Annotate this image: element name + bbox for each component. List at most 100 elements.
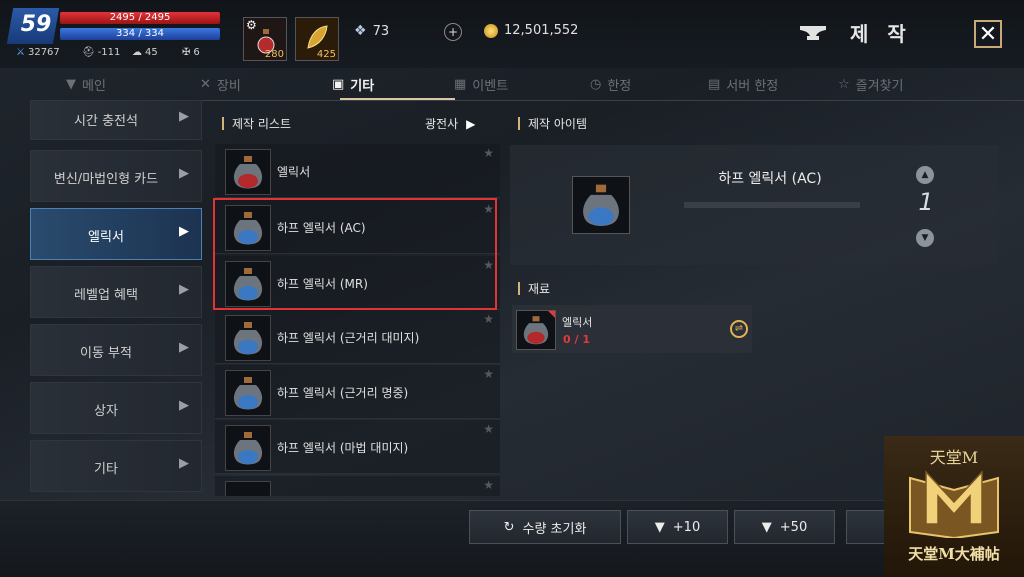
diamond-currency: ❖ 73 <box>354 23 389 39</box>
list-item[interactable]: 엘릭서 ★ <box>215 144 500 198</box>
gold-count: 12,501,552 <box>504 23 579 38</box>
category-elixir[interactable]: 엘릭서 ▶ <box>30 208 202 260</box>
accent-bar <box>518 117 520 130</box>
category-label: 레벨업 혜택 <box>74 288 138 303</box>
gold-currency: 12,501,552 <box>484 23 578 38</box>
golden-leaf-icon <box>307 25 328 49</box>
category-label: 상자 <box>94 404 118 419</box>
quick-slot-1[interactable]: ⚙ 280 <box>243 17 287 61</box>
item-name: 하프 엘릭서 (근거리 대미지) <box>277 331 420 345</box>
category-levelup[interactable]: 레벨업 혜택 ▶ <box>30 266 202 318</box>
craft-button[interactable] <box>846 510 886 544</box>
power-icon: ⚔ <box>16 47 25 58</box>
tab-main-label: 메인 <box>82 78 106 94</box>
craft-list: 엘릭서 ★ 하프 엘릭서 (AC) ★ 하프 엘릭서 (MR) ★ 하프 엘릭서… <box>215 140 500 496</box>
plus50-button[interactable]: ▼ +50 <box>734 510 835 544</box>
favorite-star-icon[interactable]: ★ <box>483 312 494 326</box>
tab-etc[interactable]: ▣ 기타 <box>332 68 374 100</box>
skull-icon: ✠ <box>182 47 191 58</box>
tab-favorites[interactable]: ☆ 즐겨찾기 <box>838 68 904 100</box>
tab-event[interactable]: ▦ 이벤트 <box>454 68 508 100</box>
category-label: 이동 부적 <box>80 346 132 361</box>
quantity-up-button[interactable]: ▲ <box>916 166 934 184</box>
tab-server-limited-label: 서버 한정 <box>726 78 779 94</box>
gold-coin-icon <box>484 23 498 38</box>
item-name: 하프 엘릭서 (근거리 명중) <box>277 386 409 400</box>
elixir-blue-icon <box>225 315 271 361</box>
tab-server-limited[interactable]: ▤ 서버 한정 <box>708 68 778 100</box>
stat-power: ⚔ 32767 <box>16 47 60 58</box>
category-transform-card[interactable]: 변신/마법인형 카드 ▶ <box>30 150 202 202</box>
craft-item-title: 제작 아이템 <box>528 117 588 131</box>
tab-main[interactable]: ▼ 메인 <box>66 68 106 100</box>
box-icon: ▣ <box>332 76 345 92</box>
tab-etc-label: 기타 <box>350 78 375 94</box>
swords-icon: ✕ <box>200 76 211 92</box>
anvil-icon: ▼ <box>654 519 665 535</box>
craft-item-header: 제작 아이템 <box>518 115 587 132</box>
slot-2-count: 425 <box>316 49 336 60</box>
elixir-blue-icon[interactable] <box>572 176 630 234</box>
close-button[interactable]: ✕ <box>974 20 1002 48</box>
list-item[interactable]: 하프 엘릭서 (근거리 대미지) ★ <box>215 310 500 364</box>
list-item[interactable]: 하프 엘릭서 (근거리 명중) ★ <box>215 365 500 419</box>
craft-list-header: 제작 리스트 <box>222 115 291 132</box>
chevron-right-icon: ▶ <box>179 456 189 471</box>
accent-bar <box>222 117 224 130</box>
category-label: 기타 <box>94 462 118 477</box>
class-filter[interactable]: 광전사 ▶ <box>425 115 475 132</box>
tab-equipment[interactable]: ✕ 장비 <box>200 68 241 100</box>
category-label: 시간 충전석 <box>74 114 138 129</box>
book-m-logo-icon <box>909 470 999 538</box>
list-item[interactable]: 하프 엘릭서 (마법 대미지) ★ <box>215 420 500 474</box>
watermark-title: 天堂M <box>929 448 979 467</box>
diamond-count: 73 <box>372 23 390 39</box>
stat-power-value: 32767 <box>27 47 60 58</box>
slot-1-count: 280 <box>264 49 284 60</box>
favorite-star-icon[interactable]: ★ <box>483 146 494 160</box>
favorite-star-icon[interactable]: ★ <box>483 422 494 436</box>
chevron-right-icon: ▶ <box>179 398 189 413</box>
quick-slot-2[interactable]: 425 <box>295 17 339 61</box>
quantity-down-button[interactable]: ▼ <box>916 229 934 247</box>
anvil-icon: ▼ <box>66 76 76 92</box>
elixir-blue-icon <box>225 481 271 496</box>
item-name: 엘릭서 <box>277 165 311 179</box>
stat-ac: ⛑ -111 <box>82 47 120 58</box>
diamond-icon: ❖ <box>354 23 367 39</box>
favorite-star-icon[interactable]: ★ <box>483 478 494 492</box>
category-teleport[interactable]: 이동 부적 ▶ <box>30 324 202 376</box>
gift-icon: ▦ <box>454 76 467 92</box>
chevron-right-icon: ▶ <box>179 109 189 124</box>
chevron-right-icon: ▶ <box>179 224 189 239</box>
tab-event-label: 이벤트 <box>472 78 509 94</box>
materials-title: 재료 <box>528 282 551 296</box>
stat-other-value: 6 <box>193 47 200 58</box>
materials-header: 재료 <box>518 280 550 297</box>
reset-quantity-button[interactable]: ↻ 수량 초기화 <box>469 510 621 544</box>
active-tab-underline <box>340 98 455 100</box>
anvil-icon <box>800 26 826 40</box>
favorite-star-icon[interactable]: ★ <box>483 367 494 381</box>
stat-weight: ☁ 45 <box>132 47 158 58</box>
craft-progress-bar <box>684 202 860 208</box>
timer-icon: ◷ <box>590 76 602 92</box>
chevron-right-icon: ▶ <box>179 282 189 297</box>
plus50-label: +50 <box>779 519 808 535</box>
helmet-icon: ⛑ <box>82 47 95 58</box>
add-currency-button[interactable]: + <box>444 23 462 41</box>
category-time-stone[interactable]: 시간 충전석 ▶ <box>30 100 202 140</box>
list-item[interactable]: ★ <box>215 476 500 496</box>
category-tabs: ▼ 메인 ✕ 장비 ▣ 기타 ▦ 이벤트 ◷ 한정 ▤ 서버 한정 ☆ 즐겨찾기 <box>30 68 1024 101</box>
category-box[interactable]: 상자 ▶ <box>30 382 202 434</box>
refresh-icon: ↻ <box>503 519 515 535</box>
tab-limited[interactable]: ◷ 한정 <box>590 68 631 100</box>
elixir-red-icon[interactable] <box>516 310 556 350</box>
elixir-blue-icon <box>225 425 271 471</box>
substitute-icon[interactable]: ⇌ <box>730 320 748 338</box>
chevron-right-icon: ▶ <box>466 116 476 131</box>
material-count: 0 / 1 <box>563 333 590 346</box>
plus10-button[interactable]: ▼ +10 <box>627 510 728 544</box>
plus10-label: +10 <box>672 519 701 535</box>
category-etc[interactable]: 기타 ▶ <box>30 440 202 492</box>
